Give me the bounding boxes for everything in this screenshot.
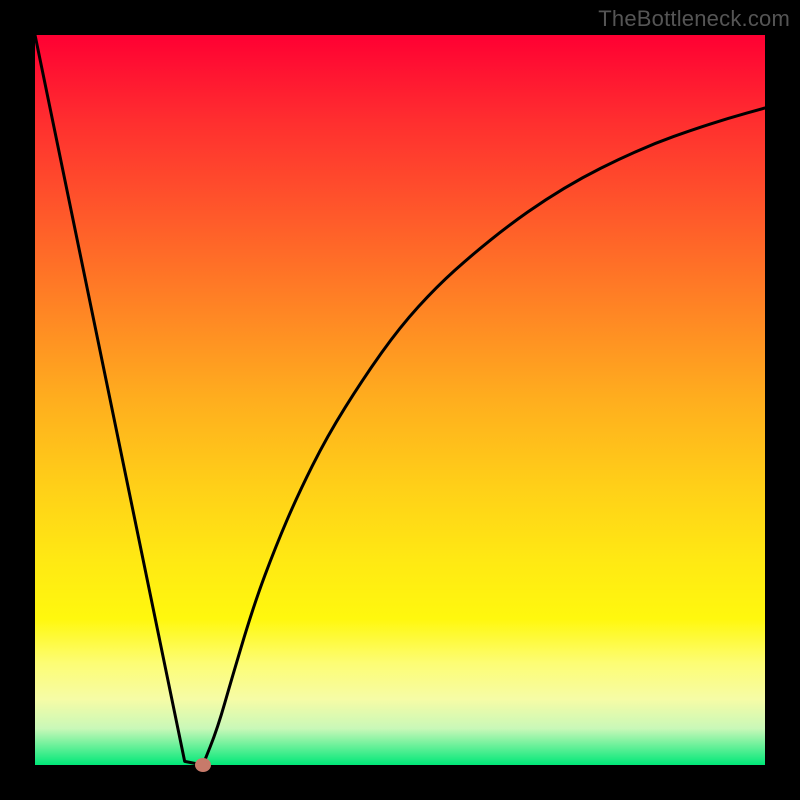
watermark-text: TheBottleneck.com (598, 6, 790, 32)
curve-svg (35, 35, 765, 765)
bottleneck-curve (35, 35, 765, 765)
plot-area (35, 35, 765, 765)
optimal-point-marker (195, 758, 211, 772)
chart-frame: TheBottleneck.com (0, 0, 800, 800)
